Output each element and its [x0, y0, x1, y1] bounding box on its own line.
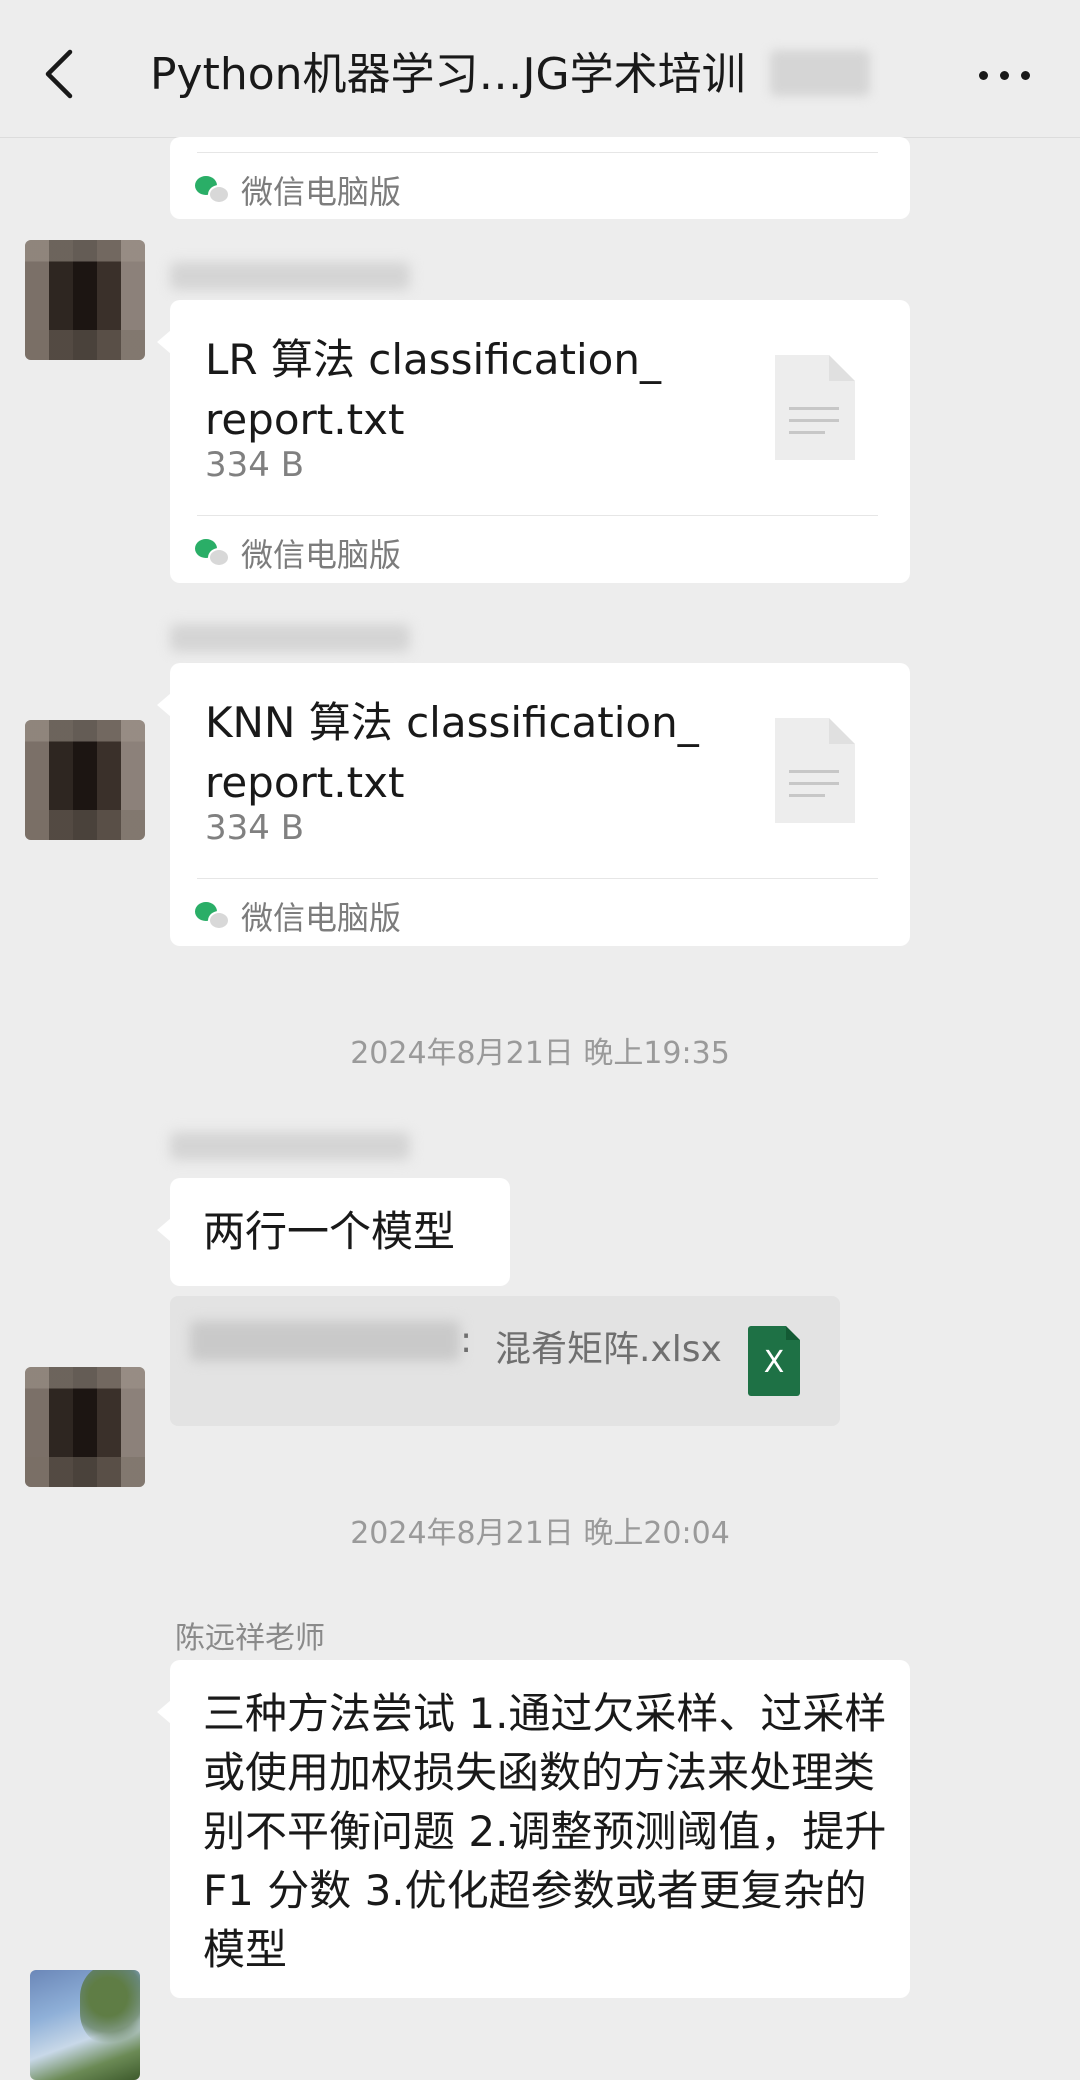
message-text: 三种方法尝试 1.通过欠采样、过采样或使用加权损失函数的方法来处理类别不平衡问题…	[203, 1689, 887, 1974]
blurred-sender-name	[170, 1132, 410, 1160]
wechat-icon	[195, 176, 230, 204]
avatar[interactable]	[25, 1367, 145, 1487]
blurred-sender-name	[170, 624, 410, 652]
avatar[interactable]	[25, 720, 145, 840]
quote-separator: :	[460, 1320, 473, 1361]
file-size: 334 B	[205, 445, 305, 485]
top-bar: Python机器学习…JG学术培训	[0, 0, 1080, 138]
file-name: KNN 算法 classification_ report.txt	[205, 698, 699, 807]
card-source: 微信电脑版	[195, 530, 401, 576]
quoted-file-reference[interactable]: : 混肴矩阵.xlsx X	[170, 1296, 840, 1426]
timestamp: 2024年8月21日 晚上20:04	[350, 1516, 730, 1551]
message-text: 两行一个模型	[203, 1207, 456, 1256]
timestamp: 2024年8月21日 晚上19:35	[350, 1036, 730, 1071]
file-size: 334 B	[205, 808, 305, 848]
card-source: 微信电脑版	[195, 167, 401, 213]
file-name: LR 算法 classification_ report.txt	[205, 335, 661, 444]
quoted-file-name: 混肴矩阵.xlsx	[495, 1329, 722, 1370]
chat-title: Python机器学习…JG学术培训	[150, 49, 746, 100]
blurred-sender-name	[170, 262, 410, 290]
wechat-icon	[195, 539, 230, 567]
back-arrow-icon[interactable]	[40, 44, 80, 104]
txt-file-icon	[775, 355, 855, 460]
sender-name: 陈远祥老师	[175, 1621, 325, 1656]
blurred-quote-sender	[190, 1321, 460, 1361]
avatar[interactable]	[25, 240, 145, 360]
file-message-knn[interactable]: KNN 算法 classification_ report.txt 334 B …	[157, 663, 910, 946]
excel-file-icon: X	[748, 1326, 800, 1396]
text-message[interactable]: 两行一个模型	[157, 1178, 510, 1286]
file-message-lr[interactable]: LR 算法 classification_ report.txt 334 B 微…	[157, 300, 910, 583]
wechat-icon	[195, 902, 230, 930]
file-card-partial[interactable]: 微信电脑版	[170, 137, 910, 219]
more-options-icon[interactable]	[975, 55, 1035, 95]
avatar[interactable]	[30, 1970, 140, 2080]
card-source: 微信电脑版	[195, 893, 401, 939]
text-message-teacher[interactable]: 三种方法尝试 1.通过欠采样、过采样或使用加权损失函数的方法来处理类别不平衡问题…	[157, 1660, 910, 1998]
blurred-title-suffix	[770, 50, 870, 96]
txt-file-icon	[775, 718, 855, 823]
